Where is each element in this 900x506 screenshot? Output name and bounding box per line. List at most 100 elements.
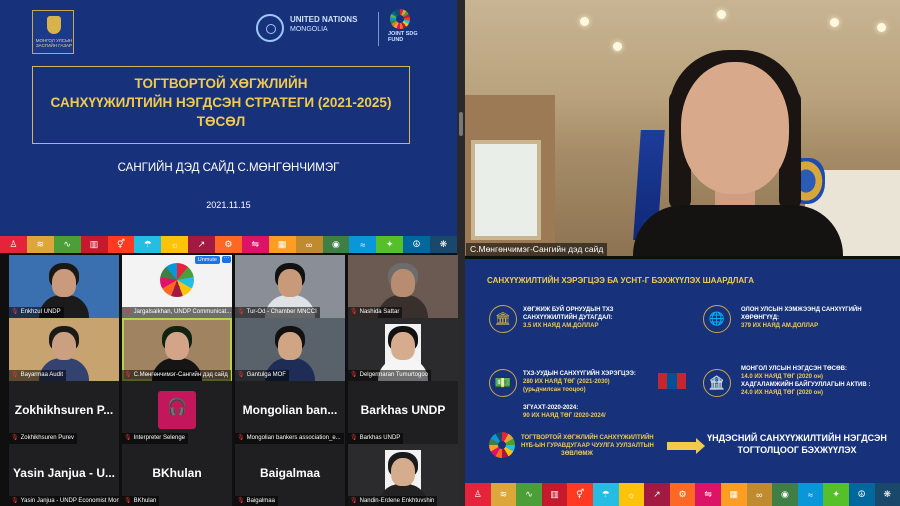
financing-slide-title: САНХҮҮЖИЛТИЙН ХЭРЭГЦЭЭ БА УСНТ-Г БЭХЖҮҮЛ… <box>487 276 754 285</box>
sdg-goal-12-icon: ∞ <box>746 483 773 506</box>
institution-icon: 🏛 <box>489 305 517 333</box>
sdg-goal-4-icon: ▥ <box>541 483 568 506</box>
participant-tile[interactable]: Baigalmaa 🎙 Baigalmaa <box>235 444 345 506</box>
participant-face <box>278 269 302 297</box>
muted-mic-icon: 🎙 <box>350 498 358 504</box>
sdg-goal-6-icon: ☂ <box>134 236 162 253</box>
flag-stripe <box>667 373 677 389</box>
sdg-wheel-icon <box>489 432 515 458</box>
more-options-icon[interactable]: ··· <box>222 255 231 263</box>
participant-tile[interactable]: Mongolian ban... 🎙 Mongolian bankers assoc… <box>235 381 345 444</box>
participant-tile[interactable]: 🎙 Bayarmaa Audit <box>9 318 119 381</box>
sdg-goal-7-icon: ☼ <box>618 483 645 506</box>
sdg-wheel-icon <box>390 9 410 29</box>
participant-tile[interactable]: 🎙 Nandin-Erdene Enkhtuvshin <box>348 444 458 506</box>
speaker-name-label: С.Мөнгөнчимэг-Сангийн дэд сайд <box>466 243 608 256</box>
participant-tile[interactable]: Zokhikhsuren P... 🎙 Zokhikhsuren Purev <box>9 381 119 444</box>
flag-stripe <box>676 373 686 389</box>
value-line: 14.0 ИХ НАЯД ТӨГ (2020 он) <box>741 374 823 380</box>
text-line: ЗӨВЛӨМЖ <box>561 451 593 457</box>
value-line: (урьдчилсан тооцоо) <box>523 387 586 393</box>
participant-name-label: 🎙 Delgermaran Tumurtogoo <box>348 370 431 381</box>
sdg-goal-17-icon: ❋ <box>430 236 457 253</box>
participant-tile[interactable]: 🎧 🎙 Interpreter Selenge <box>122 381 232 444</box>
text-line: ЗГҮАХТ-2020-2024: <box>523 405 579 411</box>
value-line: 24.0 ИХ НАЯД ТӨГ (2020 он) <box>741 390 823 396</box>
participant-tile[interactable]: Barkhas UNDP 🎙 Barkhas UNDP <box>348 381 458 444</box>
sdg-goal-2-icon: ≋ <box>490 483 517 506</box>
sdg-goal-5-icon: ⚥ <box>567 483 593 506</box>
participant-face <box>52 269 76 297</box>
ceiling-light <box>580 17 589 26</box>
sdg-goal-9-icon: ⚙ <box>669 483 696 506</box>
sdg-goal-16-icon: ☮ <box>403 236 430 253</box>
muted-mic-icon: 🎙 <box>350 372 358 378</box>
participant-tile[interactable]: BKhulan 🎙 BKhulan <box>122 444 232 506</box>
participant-display-name: Baigalmaa <box>259 466 321 480</box>
text-line: НҮБ-ЫН ГУРАВДУГААР ЧУУЛГА УУЛЗАЛТЫН <box>521 443 654 449</box>
sdg-goal-16-icon: ☮ <box>848 483 875 506</box>
participant-tile[interactable]: Unmute ··· 🎙 Jargalsaikhan, UNDP Communicat… <box>122 255 232 318</box>
slide-title-line-1: ТОГТВОРТОЙ ХӨГЖЛИЙН <box>134 76 308 91</box>
sdg-goal-4-icon: ▥ <box>80 236 108 253</box>
globe-icon: 🌐 <box>703 305 731 333</box>
text-line: ОЛОН УЛСЫН ХЭМЖЭЭНД САНХҮҮГИЙН <box>741 307 862 313</box>
participant-display-name: BKhulan <box>152 466 202 480</box>
text-line: МОНГОЛ УЛСЫН НЭГДСЭН ТӨСӨВ: <box>741 366 847 372</box>
participant-tile[interactable]: 🎙 Gantulga MOF <box>235 318 345 381</box>
sdg-goal-8-icon: ↗ <box>644 483 670 506</box>
text-line: ХАДГАЛАМЖИЙН БАЙГУУЛЛАГЫН АКТИВ : <box>741 382 871 388</box>
muted-mic-icon: 🎙 <box>124 435 132 441</box>
speaker-face <box>681 62 789 194</box>
value-line: 379 ИХ НАЯД АМ.ДОЛЛАР <box>741 323 819 329</box>
participant-tile[interactable]: Yasin Janjua - U... 🎙 Yasin Janjua - UNDP … <box>9 444 119 506</box>
sdg-goal-13-icon: ◉ <box>772 483 798 506</box>
un-country-name: MONGOLIA <box>290 26 328 33</box>
un-emblem-icon <box>256 14 284 42</box>
sdg-goal-15-icon: ✦ <box>823 483 849 506</box>
sdg-goal-10-icon: ⇋ <box>695 483 721 506</box>
split-view-divider[interactable] <box>457 0 465 506</box>
participant-name: Nandin-Erdene Enkhtuvshin <box>359 498 435 504</box>
participant-name: С.Мөнгөнчимэг-Сангийн дэд сайд <box>133 372 228 378</box>
muted-mic-icon: 🎙 <box>237 372 245 378</box>
participant-display-name: Barkhas UNDP <box>360 403 446 417</box>
money-icon: 💵 <box>489 369 517 397</box>
sdg-goal-1-icon: ♙ <box>465 483 491 506</box>
slide-title-line-3: ТӨСӨЛ <box>196 114 246 129</box>
text-line: ТХЗ-УУДЫН САНХҮҮГИЙН ХЭРЭГЦЭЭ: <box>523 371 636 377</box>
participant-name-label: 🎙 BKhulan <box>122 496 160 506</box>
sdg-goal-14-icon: ≈ <box>797 483 824 506</box>
sdg-goal-3-icon: ∿ <box>53 236 81 253</box>
unmute-button[interactable]: Unmute <box>194 256 220 264</box>
participant-tile[interactable]: 🎙 Nashida Sattar <box>348 255 458 318</box>
slide-title-line-2: САНХҮҮЖИЛТИЙН НЭГДСЭН СТРАТЕГИ (2021-202… <box>50 95 392 110</box>
ceiling-light <box>613 42 622 51</box>
participant-name: Tur-Od - Chamber MNCCI <box>246 309 317 315</box>
zoom-meeting-window: МОНГОЛ УЛСЫН ЗАСГИЙН ГАЗАР UNITED NATION… <box>0 0 900 506</box>
participant-tile[interactable]: 🎙 Enkhzul UNDP <box>9 255 119 318</box>
text-line: ХӨРӨНГҮҮД: <box>741 315 780 321</box>
logo-divider <box>378 12 379 46</box>
participant-display-name: Zokhikhsuren P... <box>14 403 114 417</box>
participant-display-name: Yasin Janjua - U... <box>12 466 116 480</box>
sdg-goal-11-icon: ▦ <box>720 483 747 506</box>
sdg-goal-7-icon: ☼ <box>161 236 189 253</box>
participant-name: Enkhzul UNDP <box>20 309 61 315</box>
muted-mic-icon: 🎙 <box>124 498 132 504</box>
participant-name-label: 🎙 Nashida Sattar <box>348 307 403 318</box>
participant-name: Nashida Sattar <box>359 309 400 315</box>
sdg-goal-14-icon: ≈ <box>349 236 377 253</box>
participant-name-label: 🎙 Tur-Od - Chamber MNCCI <box>235 307 320 318</box>
participant-tile[interactable]: 🎙 С.Мөнгөнчимэг-Сангийн дэд сайд <box>122 318 232 381</box>
slide-title-box: ТОГТВОРТОЙ ХӨГЖЛИЙН САНХҮҮЖИЛТИЙН НЭГДСЭ… <box>32 66 410 144</box>
ceiling-light <box>877 23 886 32</box>
participant-tile[interactable]: 🎙 Tur-Od - Chamber MNCCI <box>235 255 345 318</box>
participant-tile[interactable]: 🎙 Delgermaran Tumurtogoo <box>348 318 458 381</box>
participant-name: Jargalsaikhan, UNDP Communicat... <box>133 309 232 315</box>
divider-grip-icon[interactable] <box>459 112 463 136</box>
participant-display-name: Mongolian ban... <box>242 403 338 417</box>
muted-mic-icon: 🎙 <box>11 372 19 378</box>
text-line: САНХҮҮЖИЛТИЙН ДУТАГДАЛ: <box>523 315 613 321</box>
soyombo-seal-icon <box>47 16 61 34</box>
